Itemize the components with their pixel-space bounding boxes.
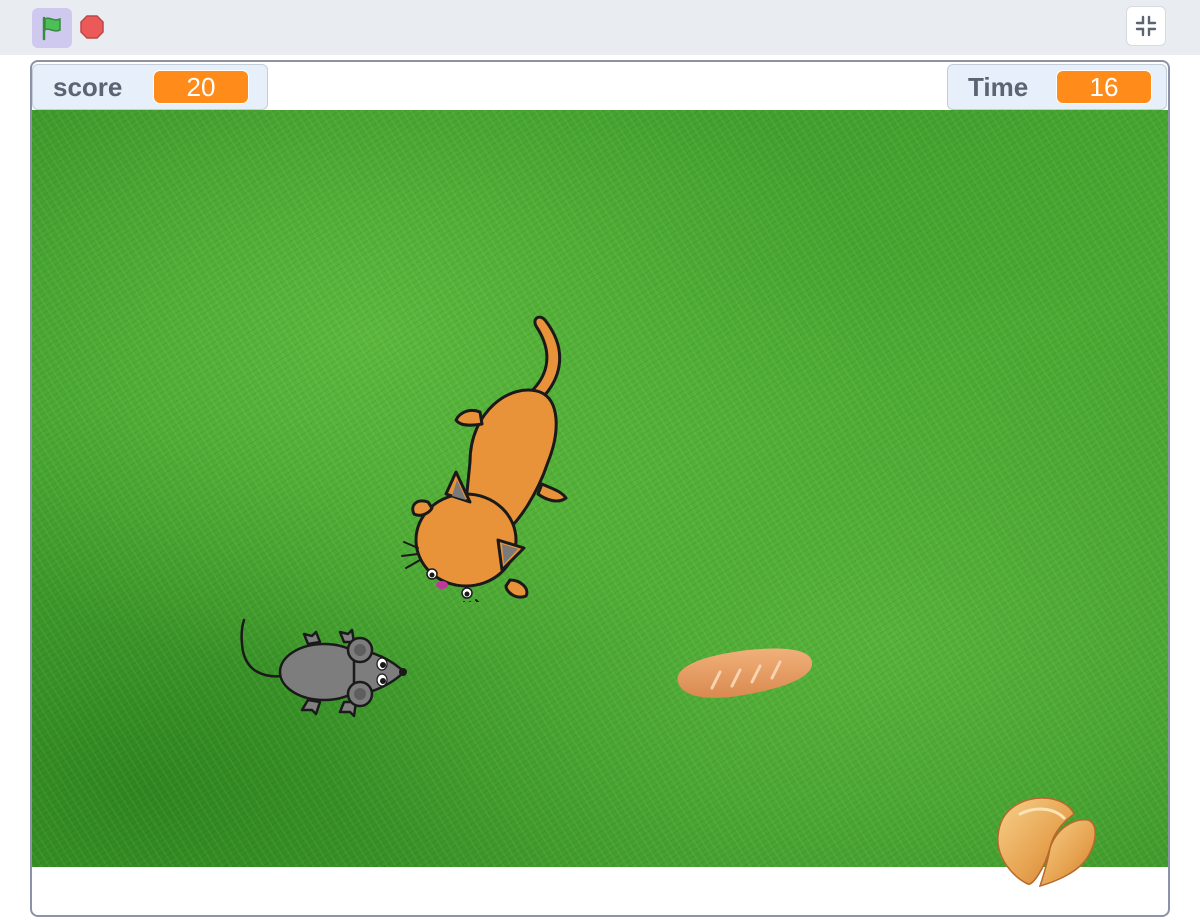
- score-monitor: score 20: [32, 64, 268, 110]
- grass-backdrop: [32, 110, 1168, 867]
- score-label: score: [53, 71, 123, 102]
- green-flag-button[interactable]: [32, 8, 72, 48]
- exit-fullscreen-button[interactable]: [1126, 6, 1166, 46]
- mouse-sprite[interactable]: [234, 614, 414, 724]
- time-monitor: Time 16: [947, 64, 1167, 110]
- cat-sprite[interactable]: [370, 312, 580, 602]
- stop-button[interactable]: [78, 13, 106, 41]
- score-value: 20: [153, 70, 249, 104]
- exit-fullscreen-icon: [1135, 15, 1157, 37]
- green-flag-icon: [42, 16, 61, 41]
- time-value: 16: [1056, 70, 1152, 104]
- stage-toolbar: [0, 0, 1200, 55]
- fortune-cookie-sprite[interactable]: [992, 790, 1102, 890]
- stop-sign-icon: [80, 15, 104, 39]
- bread-sprite[interactable]: [668, 644, 816, 704]
- time-label: Time: [968, 71, 1029, 102]
- stage[interactable]: score 20 Time 16: [30, 60, 1170, 917]
